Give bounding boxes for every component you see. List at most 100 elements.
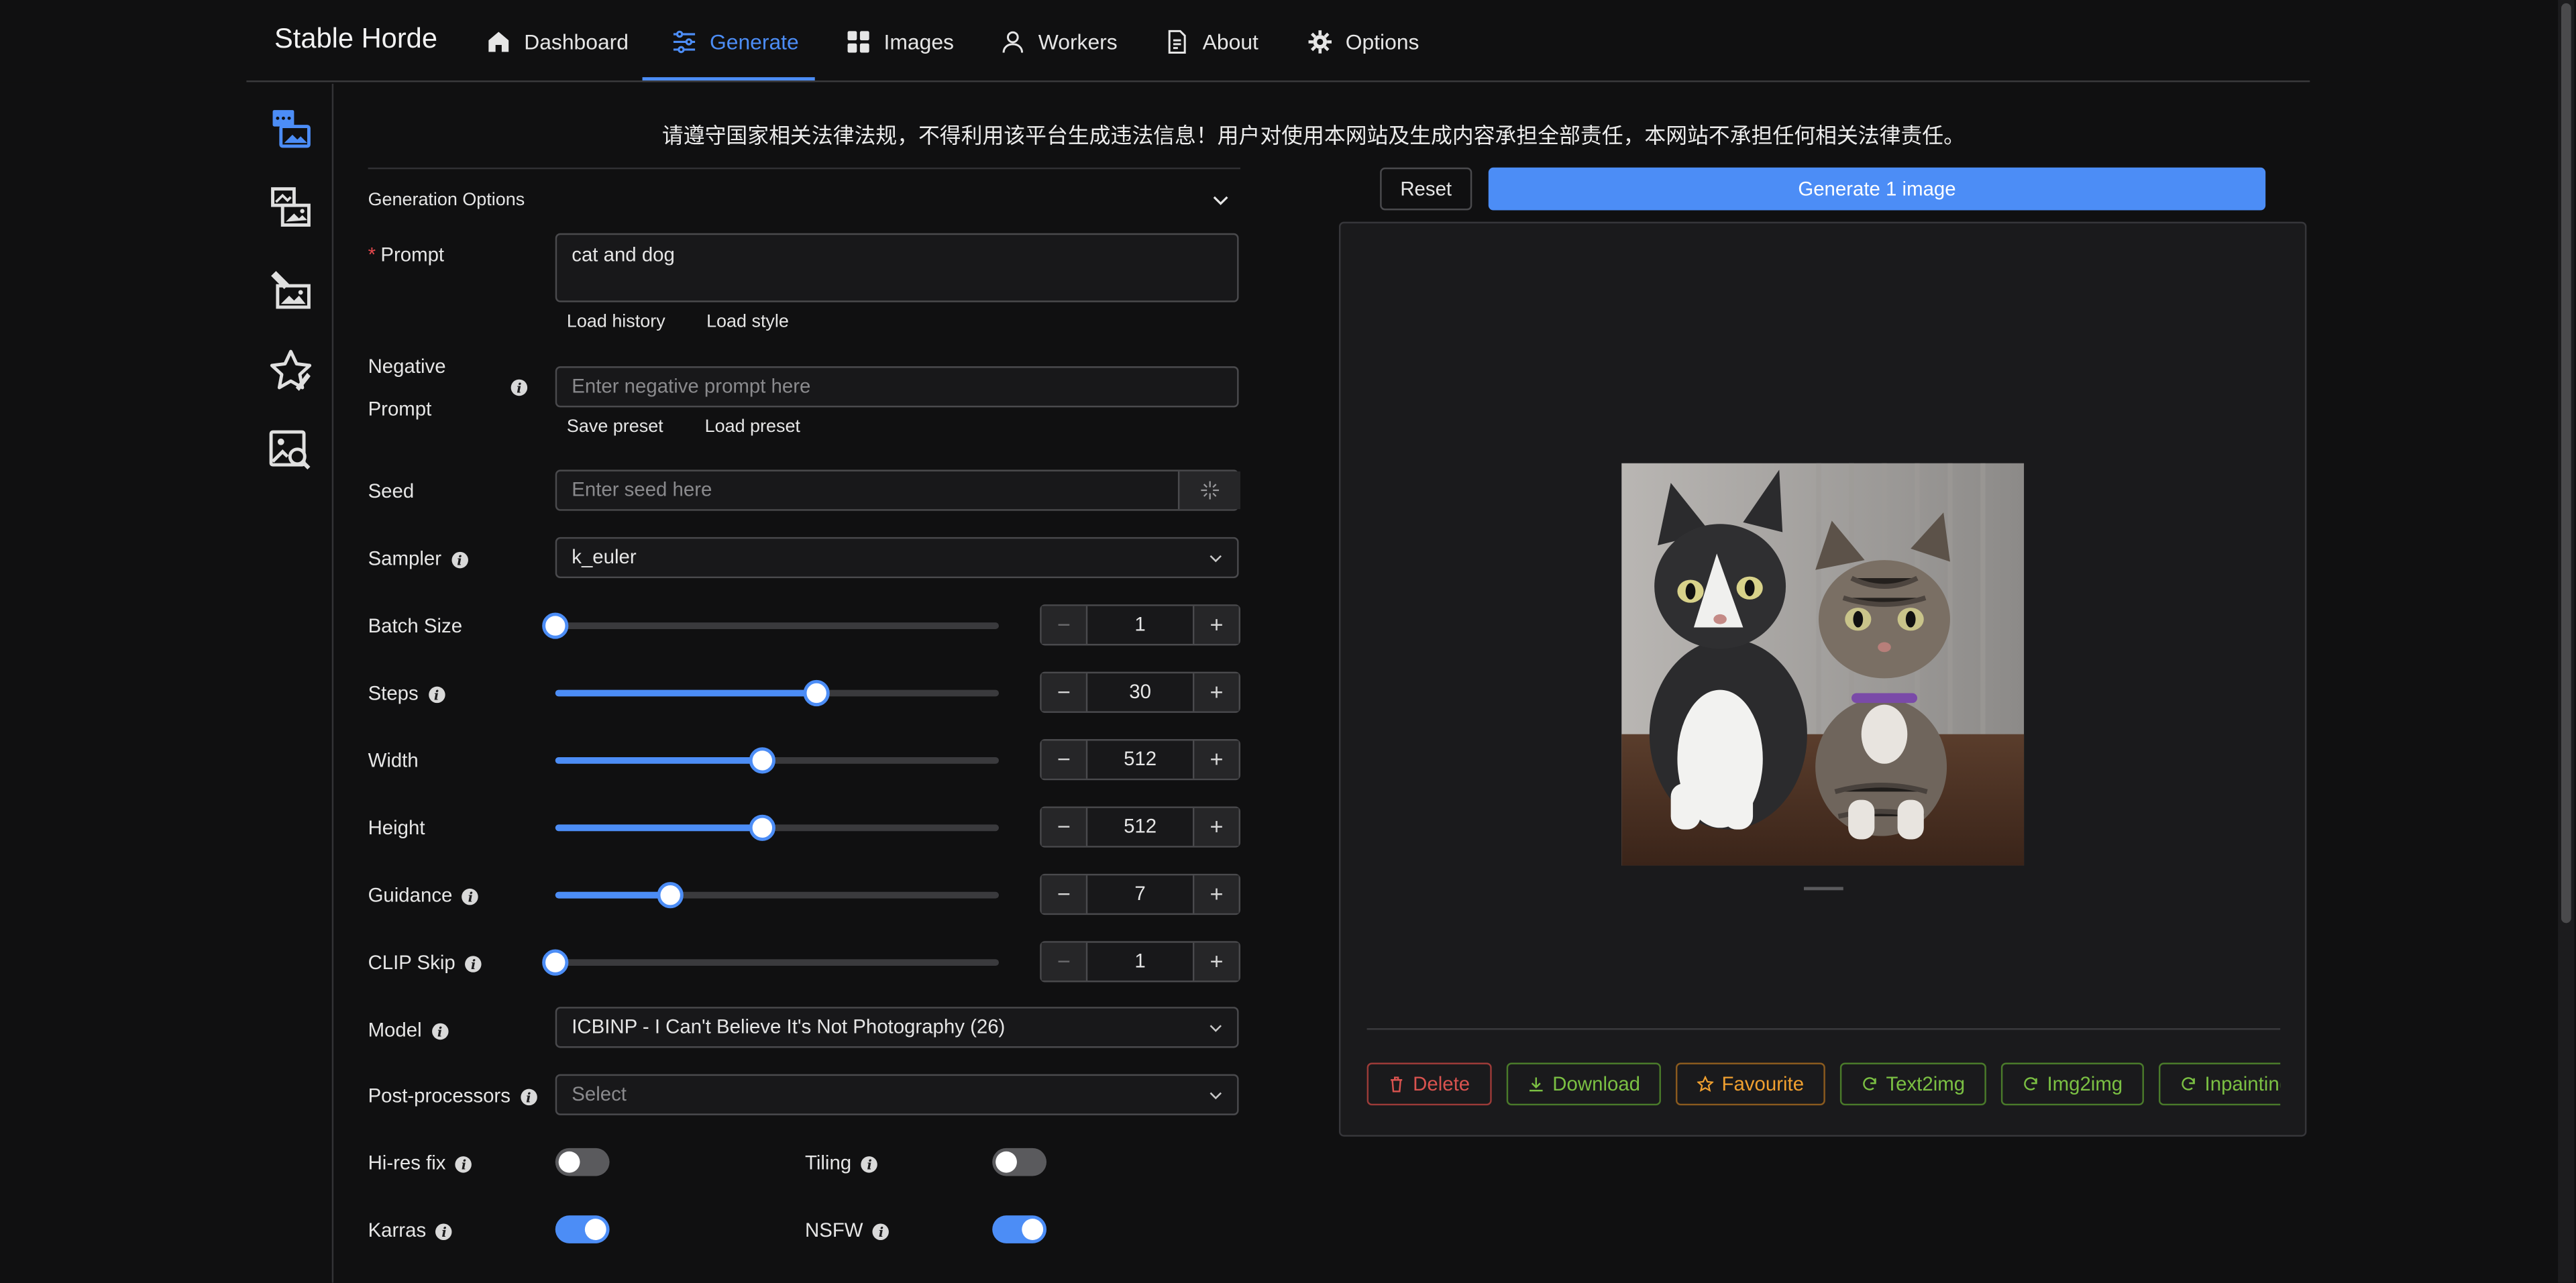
model-value: ICBINP - I Can't Believe It's Not Photog… [572,1015,1006,1038]
decrement-button[interactable]: − [1041,606,1086,645]
height-value[interactable]: 512 [1085,807,1195,846]
sampler-select[interactable]: k_euler [555,537,1239,579]
download-button[interactable]: Download [1506,1062,1662,1106]
button-label: Text2img [1886,1072,1966,1096]
increment-button[interactable]: + [1194,606,1239,645]
grid-icon [847,30,869,52]
info-icon[interactable]: i [861,1156,878,1173]
post-processors-select[interactable]: Select [555,1074,1239,1115]
nav-images[interactable]: Images [846,0,954,82]
chevron-down-icon [1210,1025,1222,1032]
increment-button[interactable]: + [1194,875,1239,913]
nav-about[interactable]: About [1165,0,1258,82]
info-icon[interactable]: i [873,1223,890,1240]
info-icon[interactable]: i [455,1156,472,1173]
nav-label: Dashboard [524,28,629,54]
load-history-link[interactable]: Load history [567,312,665,331]
guidance-slider[interactable] [555,882,999,909]
image-search-icon[interactable] [268,427,314,473]
nav-workers[interactable]: Workers [1000,0,1118,82]
info-icon[interactable]: i [451,551,468,568]
height-slider[interactable] [555,814,999,841]
steps-slider[interactable] [555,679,999,707]
refresh-icon [2182,1077,2195,1091]
rating-icon[interactable] [268,348,314,394]
nsfw-toggle[interactable] [992,1215,1047,1243]
clip-skip-value[interactable]: 1 [1085,942,1195,981]
karras-toggle[interactable] [555,1215,610,1243]
brand-title[interactable]: Stable Horde [274,23,437,56]
nav-options[interactable]: Options [1307,0,1419,82]
increment-button[interactable]: + [1194,740,1239,779]
info-icon[interactable]: i [462,888,479,905]
clip-skip-stepper[interactable]: −1 + [1040,941,1240,983]
text2img-icon[interactable] [268,105,314,152]
decrement-button[interactable]: − [1041,807,1086,846]
negative-prompt-input[interactable]: Enter negative prompt here [555,366,1239,408]
increment-button[interactable]: + [1194,673,1239,712]
delete-button[interactable]: Delete [1366,1062,1491,1106]
increment-button[interactable]: + [1194,942,1239,981]
steps-value[interactable]: 30 [1085,673,1195,712]
model-select[interactable]: ICBINP - I Can't Believe It's Not Photog… [555,1007,1239,1048]
favourite-button[interactable]: Favourite [1675,1062,1825,1106]
decrement-button[interactable]: − [1041,875,1086,913]
random-seed-button[interactable] [1177,471,1240,510]
generate-button[interactable]: Generate 1 image [1488,167,2266,211]
seed-input[interactable]: Enter seed here [555,469,1239,511]
batch-size-value[interactable]: 1 [1085,606,1195,645]
img2img-button[interactable]: Img2img [2000,1062,2144,1106]
info-icon[interactable]: i [435,1223,453,1240]
width-slider[interactable] [555,747,999,774]
guidance-value[interactable]: 7 [1085,875,1195,913]
prompt-textarea[interactable]: cat and dog [555,233,1239,302]
info-icon[interactable]: i [520,1089,537,1105]
scrollbar-thumb[interactable] [2561,3,2571,924]
clip-skip-slider[interactable] [542,949,999,976]
slider-thumb[interactable] [749,814,776,841]
text2img-button[interactable]: Text2img [1839,1062,1986,1106]
decrement-button[interactable]: − [1041,673,1086,712]
nav-generate[interactable]: Generate [672,0,799,82]
nav-dashboard[interactable]: Dashboard [486,0,629,82]
guidance-stepper[interactable]: −7 + [1040,873,1240,915]
inpainting-icon[interactable] [268,266,314,313]
button-label: Delete [1413,1072,1470,1096]
decrement-button[interactable]: − [1041,942,1086,981]
sidebar-divider [331,83,334,1283]
slider-thumb[interactable] [542,612,569,639]
prompt-label: * Prompt [368,243,445,266]
hires-fix-toggle[interactable] [555,1148,610,1176]
sampler-value: k_euler [572,545,637,569]
load-preset-link[interactable]: Load preset [705,417,800,437]
reset-button[interactable]: Reset [1380,167,1472,211]
batch-size-stepper[interactable]: −1 + [1040,604,1240,646]
inpainting-button[interactable]: Inpainting [2158,1062,2281,1106]
img2img-icon[interactable] [268,184,314,230]
generated-image[interactable] [1621,463,2025,866]
height-stepper[interactable]: −512 + [1040,806,1240,848]
slider-thumb[interactable] [749,747,776,774]
increment-button[interactable]: + [1194,807,1239,846]
image-pager-indicator[interactable] [1804,887,1843,891]
slider-thumb[interactable] [542,949,569,976]
slider-thumb[interactable] [657,882,684,909]
info-icon[interactable]: i [428,686,445,703]
width-stepper[interactable]: −512 + [1040,739,1240,781]
info-icon[interactable]: i [465,955,482,972]
info-icon[interactable]: i [511,379,528,396]
generation-options-title[interactable]: Generation Options [368,190,525,210]
tiling-toggle[interactable] [992,1148,1047,1176]
save-preset-link[interactable]: Save preset [567,417,663,437]
decrement-button[interactable]: − [1041,740,1086,779]
info-icon[interactable]: i [431,1023,448,1040]
batch-size-slider[interactable] [542,612,999,639]
width-value[interactable]: 512 [1085,740,1195,779]
chevron-down-icon[interactable] [1212,194,1228,207]
steps-stepper[interactable]: −30 + [1040,671,1240,713]
load-style-link[interactable]: Load style [706,312,789,331]
prompt-value: cat and dog [572,243,675,266]
slider-thumb[interactable] [804,679,830,707]
button-label: Inpainting [2204,1072,2281,1096]
top-nav-bar: Stable Horde Dashboard Generate Images W… [0,0,2576,82]
